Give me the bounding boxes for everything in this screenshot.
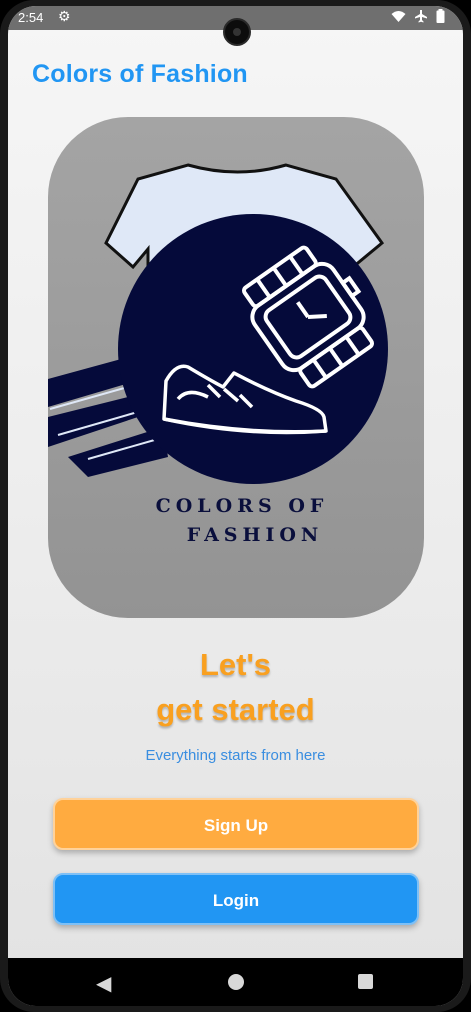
fashion-logo: COLORS OF FASHION: [48, 163, 388, 546]
subtitle: Everything starts from here: [145, 747, 326, 764]
app-title: Colors of Fashion: [32, 60, 248, 88]
logo-text-line1: COLORS OF: [156, 495, 329, 517]
app-screen: 2:54 ⚙ Colors of Fashion COLORS OF FASHI…: [8, 6, 463, 1006]
settings-icon: ⚙: [58, 8, 71, 24]
wifi-icon: [391, 10, 406, 22]
status-icons: [391, 9, 445, 23]
login-button[interactable]: Login: [53, 873, 419, 925]
status-time: 2:54: [18, 10, 44, 25]
heading-line1: Let's: [199, 647, 272, 682]
circle-badge: [118, 214, 388, 484]
navigation-bar: ◀: [8, 958, 463, 1006]
battery-icon: [436, 9, 445, 23]
logo-image: COLORS OF FASHION: [48, 117, 424, 618]
logo-text-line2: FASHION: [187, 524, 324, 546]
signup-button[interactable]: Sign Up: [53, 798, 419, 850]
phone-frame: 2:54 ⚙ Colors of Fashion COLORS OF FASHI…: [0, 0, 471, 1012]
heading-line2: get started: [156, 692, 315, 727]
home-icon[interactable]: [228, 974, 244, 990]
front-camera: [223, 18, 251, 46]
recents-icon[interactable]: [358, 974, 373, 989]
airplane-icon: [415, 10, 427, 23]
back-icon[interactable]: ◀: [96, 971, 111, 996]
